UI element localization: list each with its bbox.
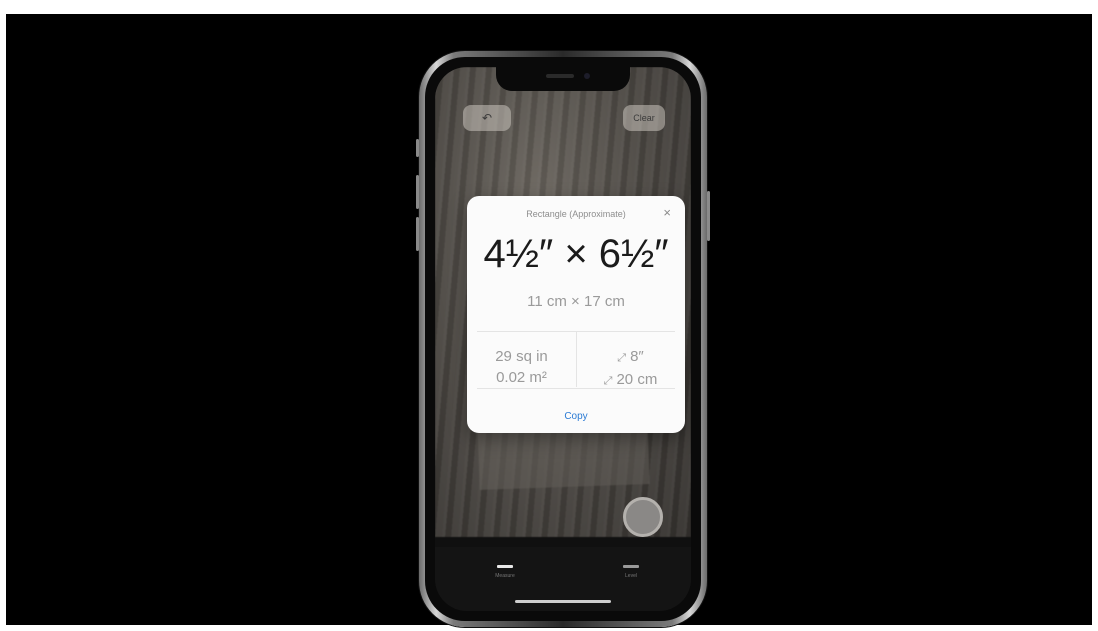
iphone-frame: ↶ Clear Rectangle (Approximate) × 4½″ × …	[416, 51, 710, 627]
earpiece-speaker	[546, 74, 574, 78]
diagonal-arrows-icon: ⤢	[603, 375, 613, 387]
close-icon[interactable]: ×	[663, 205, 671, 220]
metric-dimensions: 11 cm × 17 cm	[527, 293, 625, 310]
area-imperial: 29 sq in	[495, 348, 548, 365]
area-metric: 0.02 m²	[496, 369, 547, 386]
tab-level[interactable]: Level	[611, 565, 651, 579]
measure-icon	[497, 565, 513, 568]
volume-up-button	[416, 175, 419, 209]
diagonal-imperial: 8″	[630, 348, 644, 365]
primary-dimensions: 4½″ × 6½″	[483, 232, 669, 276]
diagonal-readout: ⤢ 8″ ⤢ 20 cm	[576, 346, 685, 392]
undo-arrow-icon: ↶	[481, 111, 493, 125]
phone-screen: ↶ Clear Rectangle (Approximate) × 4½″ × …	[435, 67, 691, 611]
clear-button[interactable]: Clear	[623, 105, 665, 131]
mute-switch	[416, 139, 419, 157]
phone-bezel: ↶ Clear Rectangle (Approximate) × 4½″ × …	[425, 57, 701, 621]
mode-bar: Measure Level	[435, 547, 691, 611]
notch	[496, 67, 630, 91]
undo-button[interactable]: ↶	[463, 105, 511, 131]
capture-button[interactable]	[623, 497, 663, 537]
side-button	[707, 191, 710, 241]
measurement-card: Rectangle (Approximate) × 4½″ × 6½″ 11 c…	[467, 196, 685, 433]
video-frame: ↶ Clear Rectangle (Approximate) × 4½″ × …	[6, 14, 1092, 627]
divider	[477, 388, 675, 389]
tab-level-label: Level	[625, 573, 637, 579]
tab-measure-label: Measure	[495, 573, 515, 579]
home-indicator[interactable]	[515, 600, 611, 603]
area-readout: 29 sq in 0.02 m²	[467, 346, 576, 388]
front-camera	[584, 73, 590, 79]
diagonal-metric: 20 cm	[616, 371, 658, 388]
level-icon	[623, 565, 639, 568]
copy-button[interactable]: Copy	[467, 411, 685, 422]
tab-measure[interactable]: Measure	[485, 565, 525, 579]
volume-down-button	[416, 217, 419, 251]
diagonal-arrows-icon: ⤢	[617, 352, 627, 364]
measurement-title: Rectangle (Approximate)	[526, 209, 626, 219]
